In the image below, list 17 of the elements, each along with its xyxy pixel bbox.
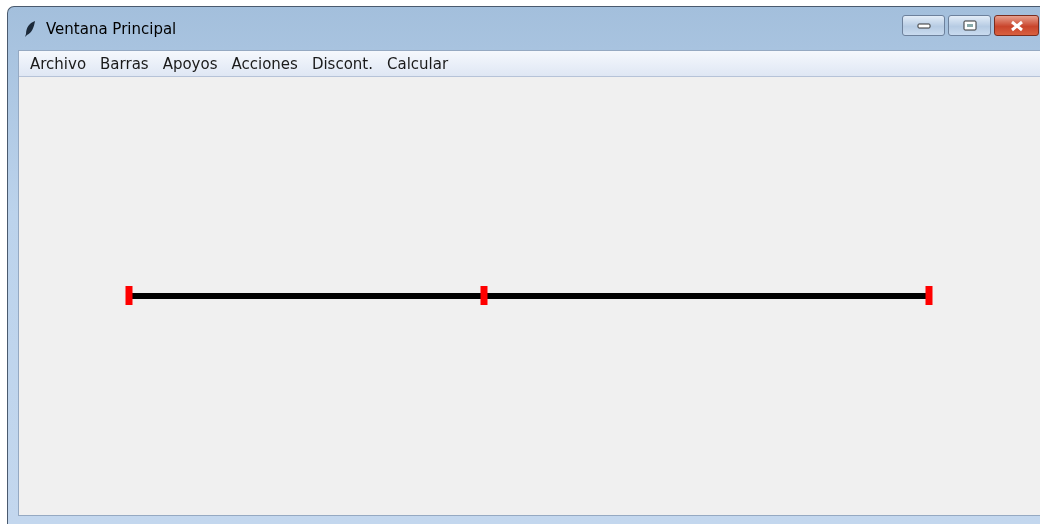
maximize-icon [962,20,977,31]
minimize-button[interactable] [902,15,945,36]
menu-item[interactable]: Apoyos [155,51,225,76]
node-marker [480,286,488,305]
menu-item[interactable]: Barras [93,51,156,76]
node-marker [125,286,133,305]
close-icon [1008,19,1025,32]
feather-icon [24,19,36,38]
menu-item[interactable]: Acciones [224,51,305,76]
node-marker [925,286,933,305]
maximize-button[interactable] [948,15,991,36]
menu-item[interactable]: Archivo [23,51,94,76]
close-button[interactable] [994,15,1039,36]
window-title: Ventana Principal [46,19,177,38]
menu-item[interactable]: Discont. [304,51,380,76]
minimize-icon [916,22,931,29]
menu-item[interactable]: Calcular [380,51,456,76]
